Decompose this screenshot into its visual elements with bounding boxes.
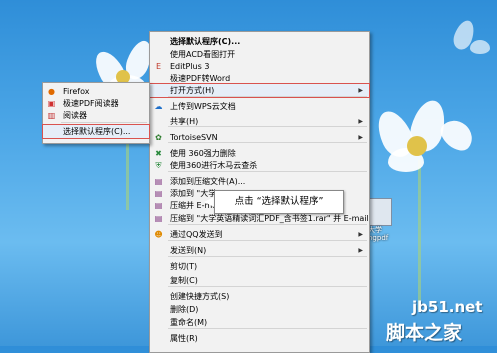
submenu-item-label: 阅读器 (63, 111, 87, 120)
context-menu-item-label: 上传到WPS云文档 (170, 102, 236, 111)
menu-separator (168, 142, 367, 143)
menu-separator (61, 122, 147, 123)
firefox-icon: ● (48, 87, 55, 96)
menu-separator (168, 224, 367, 225)
submenu-item-label: 选择默认程序(C)... (63, 127, 131, 136)
submenu-item[interactable]: 选择默认程序(C)... (42, 124, 150, 139)
tortoisesvn-icon: ✿ (155, 133, 162, 142)
reader-icon: ▥ (47, 111, 56, 120)
context-menu-item[interactable]: 创建快捷方式(S) (150, 290, 369, 303)
wps-cloud-icon: ☁ (154, 102, 163, 111)
menu-separator (168, 126, 367, 127)
open-with-submenu: ● Firefox ▣ 极速PDF阅读器 ▥ 阅读器 选择默认程序(C)... (42, 82, 150, 144)
winrar-icon: ▤ (154, 177, 163, 186)
watermark-domain: jb51.net (412, 298, 483, 316)
winrar-icon: ▤ (154, 214, 163, 223)
context-menu-item[interactable]: ☁ 上传到WPS云文档 (150, 100, 369, 113)
360-delete-icon: ✖ (155, 149, 162, 158)
context-menu-item-label: 选择默认程序(C)... (170, 37, 241, 46)
menu-separator (168, 286, 367, 287)
winrar-icon: ▤ (154, 189, 163, 198)
submenu-item[interactable]: ▥ 阅读器 (43, 109, 149, 122)
instruction-callout: 点击 “选择默认程序” (214, 190, 344, 214)
watermark-site-name: 脚本之家 (386, 322, 463, 344)
context-menu-item-label: 属性(R) (170, 334, 198, 343)
context-menu-item-label: 剪切(T) (170, 262, 198, 271)
desktop-file-icon[interactable] (368, 198, 392, 226)
context-menu-item[interactable]: 属性(R) (150, 332, 369, 345)
menu-separator (168, 96, 367, 97)
winrar-icon: ▤ (154, 201, 163, 210)
callout-tail (204, 197, 214, 207)
360-scan-icon: ⛨ (155, 161, 162, 170)
menu-separator (168, 171, 367, 172)
context-menu-item-label: 创建快捷方式(S) (170, 292, 230, 301)
menu-separator (168, 240, 367, 241)
menu-separator (168, 256, 367, 257)
qq-icon: ☻ (154, 230, 163, 239)
menu-separator (168, 328, 367, 329)
editplus-icon: E (155, 62, 162, 71)
desktop-file-label: 大学 ngpdf (368, 226, 389, 242)
context-menu-item[interactable]: 剪切(T) (150, 260, 369, 273)
context-menu-item[interactable]: 选择默认程序(C)... (150, 35, 369, 48)
context-menu-item-label: 删除(D) (170, 305, 199, 314)
pdf-reader-icon: ▣ (47, 99, 56, 108)
context-menu-item[interactable]: 删除(D) (150, 303, 369, 316)
